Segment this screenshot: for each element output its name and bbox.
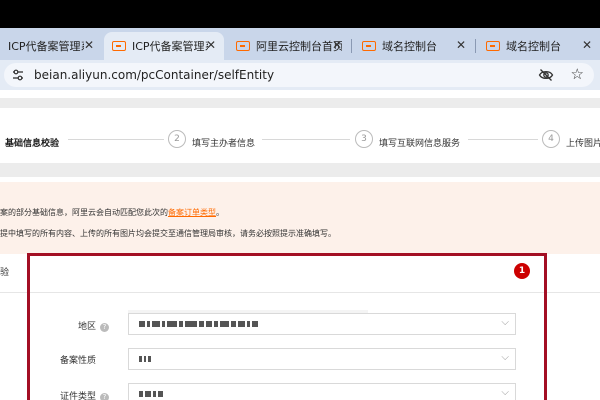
step-connector xyxy=(68,139,164,140)
tab-domain-console-2[interactable]: 域名控制台 ✕ xyxy=(478,32,600,60)
tab-separator xyxy=(351,39,352,53)
url-text[interactable]: beian.aliyun.com/pcContainer/selfEntity xyxy=(34,68,274,82)
tab-console-home[interactable]: 阿里云控制台首页 ✕ xyxy=(228,32,350,60)
step-connector xyxy=(262,139,350,140)
notice-panel: 案的部分基础信息，阿里云会自动匹配您此次的备案订单类型。 提中填写的所有内容、上… xyxy=(0,182,600,254)
tab-close-icon[interactable]: ✕ xyxy=(84,38,94,52)
step-connector xyxy=(468,139,538,140)
tab-label: 域名控制台 xyxy=(506,40,561,53)
tab-icp-2[interactable]: ICP代备案管理系统 ✕ xyxy=(104,32,224,60)
page-divider-band xyxy=(0,98,600,108)
annotation-badge: 1 xyxy=(514,263,530,279)
step-4-circle: 4 xyxy=(542,130,560,148)
tab-close-icon[interactable]: ✕ xyxy=(332,38,342,52)
browser-toolbar: beian.aliyun.com/pcContainer/selfEntity … xyxy=(0,60,600,90)
progress-steps: 基础信息校验 2 填写主办者信息 3 填写互联网信息服务 4 上传图片 xyxy=(0,120,600,162)
tab-label: ICP代备案管理系统 xyxy=(8,40,84,53)
tab-label: 域名控制台 xyxy=(382,40,437,53)
aliyun-logo-icon xyxy=(362,41,376,51)
step-4-label: 上传图片 xyxy=(566,139,600,149)
aliyun-logo-icon xyxy=(112,41,126,51)
tab-close-icon[interactable]: ✕ xyxy=(456,38,466,52)
step-2-label: 填写主办者信息 xyxy=(192,139,256,149)
page-divider-band xyxy=(0,163,600,177)
tab-separator xyxy=(475,39,476,53)
step-1-label: 基础信息校验 xyxy=(5,139,60,149)
aliyun-logo-icon xyxy=(236,41,250,51)
step-3-circle: 3 xyxy=(355,130,373,148)
screen-top-bar xyxy=(0,0,600,28)
step-2-circle: 2 xyxy=(168,130,186,148)
site-settings-icon[interactable] xyxy=(10,67,26,83)
tab-label: ICP代备案管理系统 xyxy=(132,40,208,53)
tab-domain-console-1[interactable]: 域名控制台 ✕ xyxy=(354,32,474,60)
annotation-highlight-box xyxy=(27,253,547,400)
tab-close-icon[interactable]: ✕ xyxy=(582,38,592,52)
order-type-link[interactable]: 备案订单类型 xyxy=(168,208,216,217)
notice-text: 案的部分基础信息，阿里云会自动匹配您此次的 xyxy=(0,208,168,217)
browser-tab-strip: ICP代备案管理系统 ✕ ICP代备案管理系统 ✕ 阿里云控制台首页 ✕ 域名控… xyxy=(0,28,600,60)
notice-line-2: 提中填写的所有内容、上传的所有图片均会提交至通信管理局审核，请务必按照提示准确填… xyxy=(0,229,336,238)
eye-slash-icon[interactable] xyxy=(538,67,554,87)
notice-line-1: 案的部分基础信息，阿里云会自动匹配您此次的备案订单类型。 xyxy=(0,207,224,218)
tab-close-icon[interactable]: ✕ xyxy=(206,38,216,52)
tab-icp-1[interactable]: ICP代备案管理系统 ✕ xyxy=(0,32,102,60)
step-3-label: 填写互联网信息服务 xyxy=(379,139,461,149)
bookmark-star-icon[interactable]: ☆ xyxy=(571,65,584,83)
section-title: 验 xyxy=(0,268,10,278)
aliyun-logo-icon xyxy=(486,41,500,51)
tab-label: 阿里云控制台首页 xyxy=(256,40,342,53)
address-bar[interactable]: beian.aliyun.com/pcContainer/selfEntity … xyxy=(4,63,594,87)
notice-text: 。 xyxy=(216,208,224,217)
